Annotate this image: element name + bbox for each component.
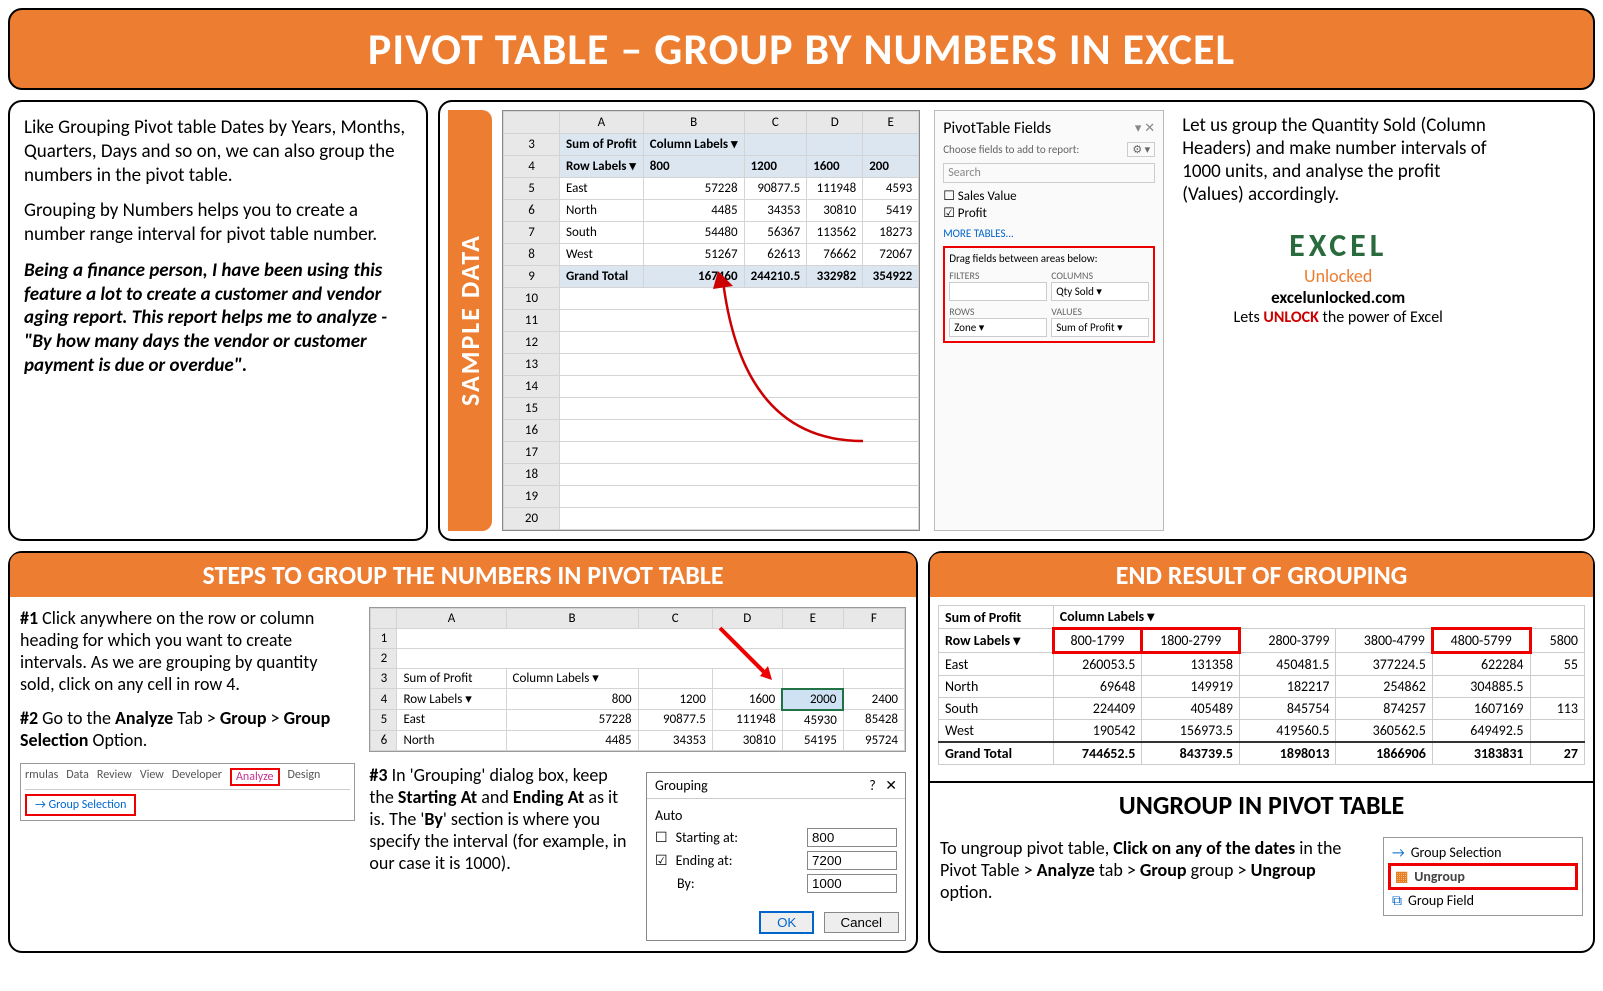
intro-card: Like Grouping Pivot table Dates by Years…: [8, 100, 428, 541]
brand-logo: EXCEL Unlocked excelunlocked.com Lets UN…: [1182, 226, 1494, 327]
intro-p1: Like Grouping Pivot table Dates by Years…: [24, 116, 412, 187]
intro-quote: Being a finance person, I have been usin…: [24, 259, 412, 378]
analyze-tab[interactable]: Analyze: [230, 768, 280, 786]
col-B: B: [643, 112, 744, 134]
pivot-fields-pane: PivotTable Fields ▾ ✕ Choose fields to a…: [934, 110, 1164, 531]
dialog-close-icon[interactable]: ✕: [885, 777, 897, 794]
step-col-1: #1 Click anywhere on the row or column h…: [20, 607, 355, 941]
result-table: Sum of ProfitColumn Labels ▾ Row Labels …: [938, 605, 1585, 765]
ok-button[interactable]: OK: [759, 911, 814, 934]
step-col-2: ABCDEF 1 2 3Sum of ProfitColumn Labels ▾…: [369, 607, 906, 941]
red-arrow-icon: [710, 618, 780, 688]
cancel-button[interactable]: Cancel: [824, 912, 900, 933]
sample-data-card: SAMPLE DATA A B C D E 3Sum of ProfitColu…: [438, 100, 1595, 541]
fields-title: PivotTable Fields: [943, 119, 1051, 138]
sample-data-tab: SAMPLE DATA: [448, 110, 492, 531]
rows-drop[interactable]: Zone ▾: [949, 318, 1047, 337]
col-D: D: [807, 112, 863, 134]
arrow-right-icon: →: [1392, 844, 1405, 861]
filters-drop[interactable]: [949, 282, 1047, 301]
menu-ungroup[interactable]: ▦Ungroup: [1388, 863, 1578, 890]
steps-card: STEPS TO GROUP THE NUMBERS IN PIVOT TABL…: [8, 551, 918, 953]
ungroup-icon: ▦: [1395, 868, 1408, 885]
sample-pivot-table: A B C D E 3Sum of ProfitColumn Labels ▾ …: [502, 110, 920, 531]
excel-ribbon: rmulas Data Review View Developer Analyz…: [20, 763, 355, 821]
col-E: E: [863, 112, 919, 134]
more-tables-link[interactable]: MORE TABLES...: [943, 227, 1155, 240]
annotation-arrow-icon: [683, 261, 883, 461]
grouping-dialog: Grouping? ✕ Auto ☐Starting at: ☑Ending a…: [646, 772, 906, 941]
values-drop[interactable]: Sum of Profit ▾: [1051, 318, 1149, 337]
columns-drop[interactable]: Qty Sold ▾: [1051, 282, 1149, 301]
by-input[interactable]: [807, 874, 897, 893]
fields-subtitle: Choose fields to add to report:: [943, 143, 1079, 156]
close-icon[interactable]: ▾ ✕: [1135, 121, 1155, 136]
menu-group-field[interactable]: ⧉Group Field: [1388, 890, 1578, 911]
field-profit[interactable]: ☑ Profit: [943, 206, 1155, 221]
ungroup-section: UNGROUP IN PIVOT TABLE To ungroup pivot …: [930, 781, 1593, 926]
fields-search-input[interactable]: Search: [943, 163, 1155, 183]
ending-at-checkbox[interactable]: ☑: [655, 852, 668, 869]
drag-areas: Drag fields between areas below: FILTERS…: [943, 246, 1155, 343]
col-corner: [504, 112, 560, 134]
steps-heading: STEPS TO GROUP THE NUMBERS IN PIVOT TABL…: [10, 553, 916, 597]
field-sales-value[interactable]: ☐ Sales Value: [943, 189, 1155, 204]
col-C: C: [744, 112, 807, 134]
page-title: PIVOT TABLE – GROUP BY NUMBERS IN EXCEL: [8, 8, 1595, 90]
ending-at-input[interactable]: [807, 851, 897, 870]
starting-at-input[interactable]: [807, 828, 897, 847]
intro-p2: Grouping by Numbers helps you to create …: [24, 199, 412, 247]
group-field-icon: ⧉: [1392, 892, 1402, 909]
end-result-card: END RESULT OF GROUPING Sum of ProfitColu…: [928, 551, 1595, 953]
group-selection-button[interactable]: → Group Selection: [25, 794, 136, 816]
menu-group-selection[interactable]: →Group Selection: [1388, 842, 1578, 863]
gear-icon[interactable]: ⚙ ▾: [1127, 142, 1155, 157]
selected-cell[interactable]: 2000: [782, 689, 843, 710]
end-result-heading: END RESULT OF GROUPING: [930, 553, 1593, 597]
ungroup-heading: UNGROUP IN PIVOT TABLE: [930, 783, 1593, 827]
step-mini-grid: ABCDEF 1 2 3Sum of ProfitColumn Labels ▾…: [369, 607, 906, 752]
col-A: A: [560, 112, 644, 134]
group-menu: →Group Selection ▦Ungroup ⧉Group Field: [1383, 837, 1583, 916]
starting-at-checkbox[interactable]: ☐: [655, 829, 668, 846]
ungroup-text: To ungroup pivot table, Click on any of …: [940, 837, 1371, 916]
sample-right-text: Let us group the Quantity Sold (Column H…: [1178, 110, 1498, 531]
